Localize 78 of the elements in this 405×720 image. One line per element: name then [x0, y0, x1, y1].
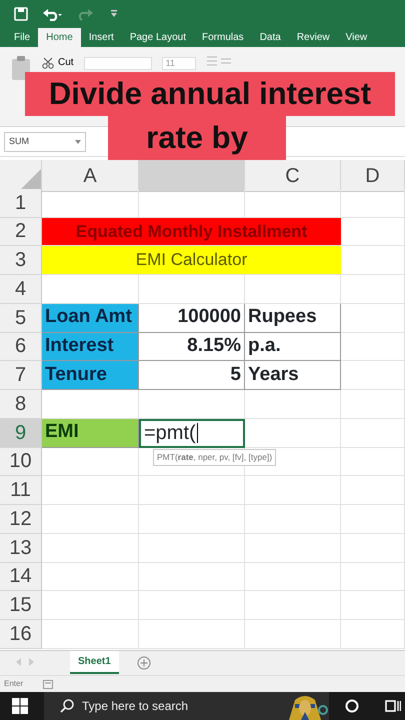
- name-box[interactable]: SUM: [4, 132, 86, 152]
- ribbon-tab[interactable]: Formulas: [194, 28, 252, 47]
- row-header[interactable]: 4: [0, 275, 42, 304]
- table-cell: 5: [139, 361, 245, 390]
- table-cell: Rupees: [245, 304, 341, 332]
- row-header[interactable]: 16: [0, 620, 42, 649]
- scissors-icon[interactable]: [42, 56, 54, 68]
- windows-start-icon[interactable]: [12, 698, 28, 714]
- row-header[interactable]: 12: [0, 505, 42, 534]
- row-header[interactable]: 10: [0, 448, 42, 476]
- row-header[interactable]: 5: [0, 304, 42, 332]
- ribbon-tab[interactable]: Review: [288, 28, 338, 47]
- table-cell: [341, 620, 405, 649]
- search-field[interactable]: Type here to search: [44, 692, 329, 720]
- table-cell: [341, 332, 405, 362]
- row-header[interactable]: 7: [0, 361, 42, 390]
- table-cell: 100000: [139, 304, 245, 332]
- table-cell: [341, 534, 405, 562]
- table-cell: [341, 591, 405, 620]
- cut-button[interactable]: Cut: [58, 55, 74, 70]
- table-cell: [341, 562, 405, 592]
- table-cell: Years: [245, 361, 341, 390]
- table-cell: p.a.: [245, 332, 341, 362]
- task-view-icon[interactable]: [385, 699, 401, 713]
- column-header[interactable]: D: [341, 160, 405, 192]
- table-cell: Interest: [42, 332, 139, 362]
- table-cell: [341, 476, 405, 505]
- row-header[interactable]: 13: [0, 534, 42, 562]
- ribbon-tab[interactable]: View: [338, 28, 376, 47]
- macro-record-icon[interactable]: [43, 679, 54, 689]
- row-header[interactable]: 6: [0, 332, 42, 362]
- font-name-field[interactable]: [84, 57, 152, 70]
- row-header[interactable]: 9: [0, 418, 42, 448]
- table-cell: [341, 275, 405, 304]
- cell-editor[interactable]: =pmt(: [139, 418, 245, 448]
- table-cell: [341, 304, 405, 332]
- save-icon[interactable]: [14, 7, 28, 21]
- cortana-icon[interactable]: [345, 699, 359, 713]
- table-cell: [341, 188, 405, 218]
- table-cell: [341, 246, 405, 275]
- row-header[interactable]: 11: [0, 476, 42, 505]
- status-mode: Enter: [4, 678, 24, 690]
- function-tooltip: PMT(rate, nper, pv, [fv], [type]): [153, 449, 276, 466]
- align-icon[interactable]: [206, 55, 232, 67]
- column-header[interactable]: C: [245, 160, 341, 192]
- row-header[interactable]: 8: [0, 390, 42, 419]
- ribbon-tab[interactable]: Page Layout: [122, 28, 194, 47]
- table-cell: 8.15%: [139, 332, 245, 362]
- undo-icon[interactable]: [42, 7, 62, 21]
- name-box-text: SUM: [9, 134, 29, 148]
- row-header[interactable]: 2: [0, 218, 42, 246]
- table-cell: [341, 448, 405, 476]
- table-cell: Loan Amt: [42, 304, 139, 332]
- merged-cell: EMI Calculator: [42, 246, 341, 275]
- add-sheet-icon[interactable]: [136, 656, 151, 670]
- table-cell: [341, 218, 405, 246]
- customize-icon[interactable]: [110, 9, 118, 19]
- text-cursor: [196, 423, 198, 444]
- ribbon-tab[interactable]: Insert: [80, 28, 122, 47]
- merged-cell: Equated Monthly Installment: [42, 218, 341, 246]
- row-header[interactable]: 1: [0, 188, 42, 218]
- row-header[interactable]: 14: [0, 562, 42, 592]
- search-placeholder: Type here to search: [82, 698, 188, 715]
- ribbon-tab[interactable]: Data: [252, 28, 289, 47]
- row-header[interactable]: 3: [0, 246, 42, 275]
- table-cell: [341, 505, 405, 534]
- dropdown-icon[interactable]: [75, 140, 81, 144]
- sheet-tab[interactable]: Sheet1: [70, 651, 119, 674]
- table-cell: [341, 390, 405, 419]
- ribbon-tab[interactable]: Home: [38, 28, 81, 47]
- row-header[interactable]: 15: [0, 591, 42, 620]
- table-cell: Tenure: [42, 361, 139, 390]
- table-cell: [341, 361, 405, 390]
- column-header[interactable]: A: [42, 160, 139, 192]
- ribbon-tab[interactable]: File: [6, 28, 38, 47]
- table-cell: [341, 418, 405, 448]
- search-icon: [60, 699, 74, 713]
- table-cell: EMI: [42, 418, 139, 448]
